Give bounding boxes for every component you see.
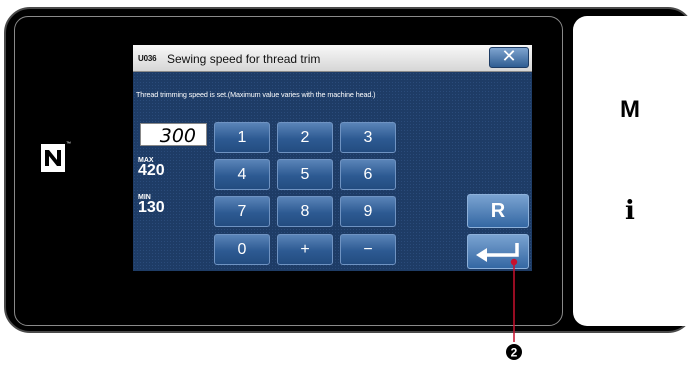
callout-number: 2 — [511, 346, 518, 360]
callout-2: 2 — [506, 258, 522, 360]
